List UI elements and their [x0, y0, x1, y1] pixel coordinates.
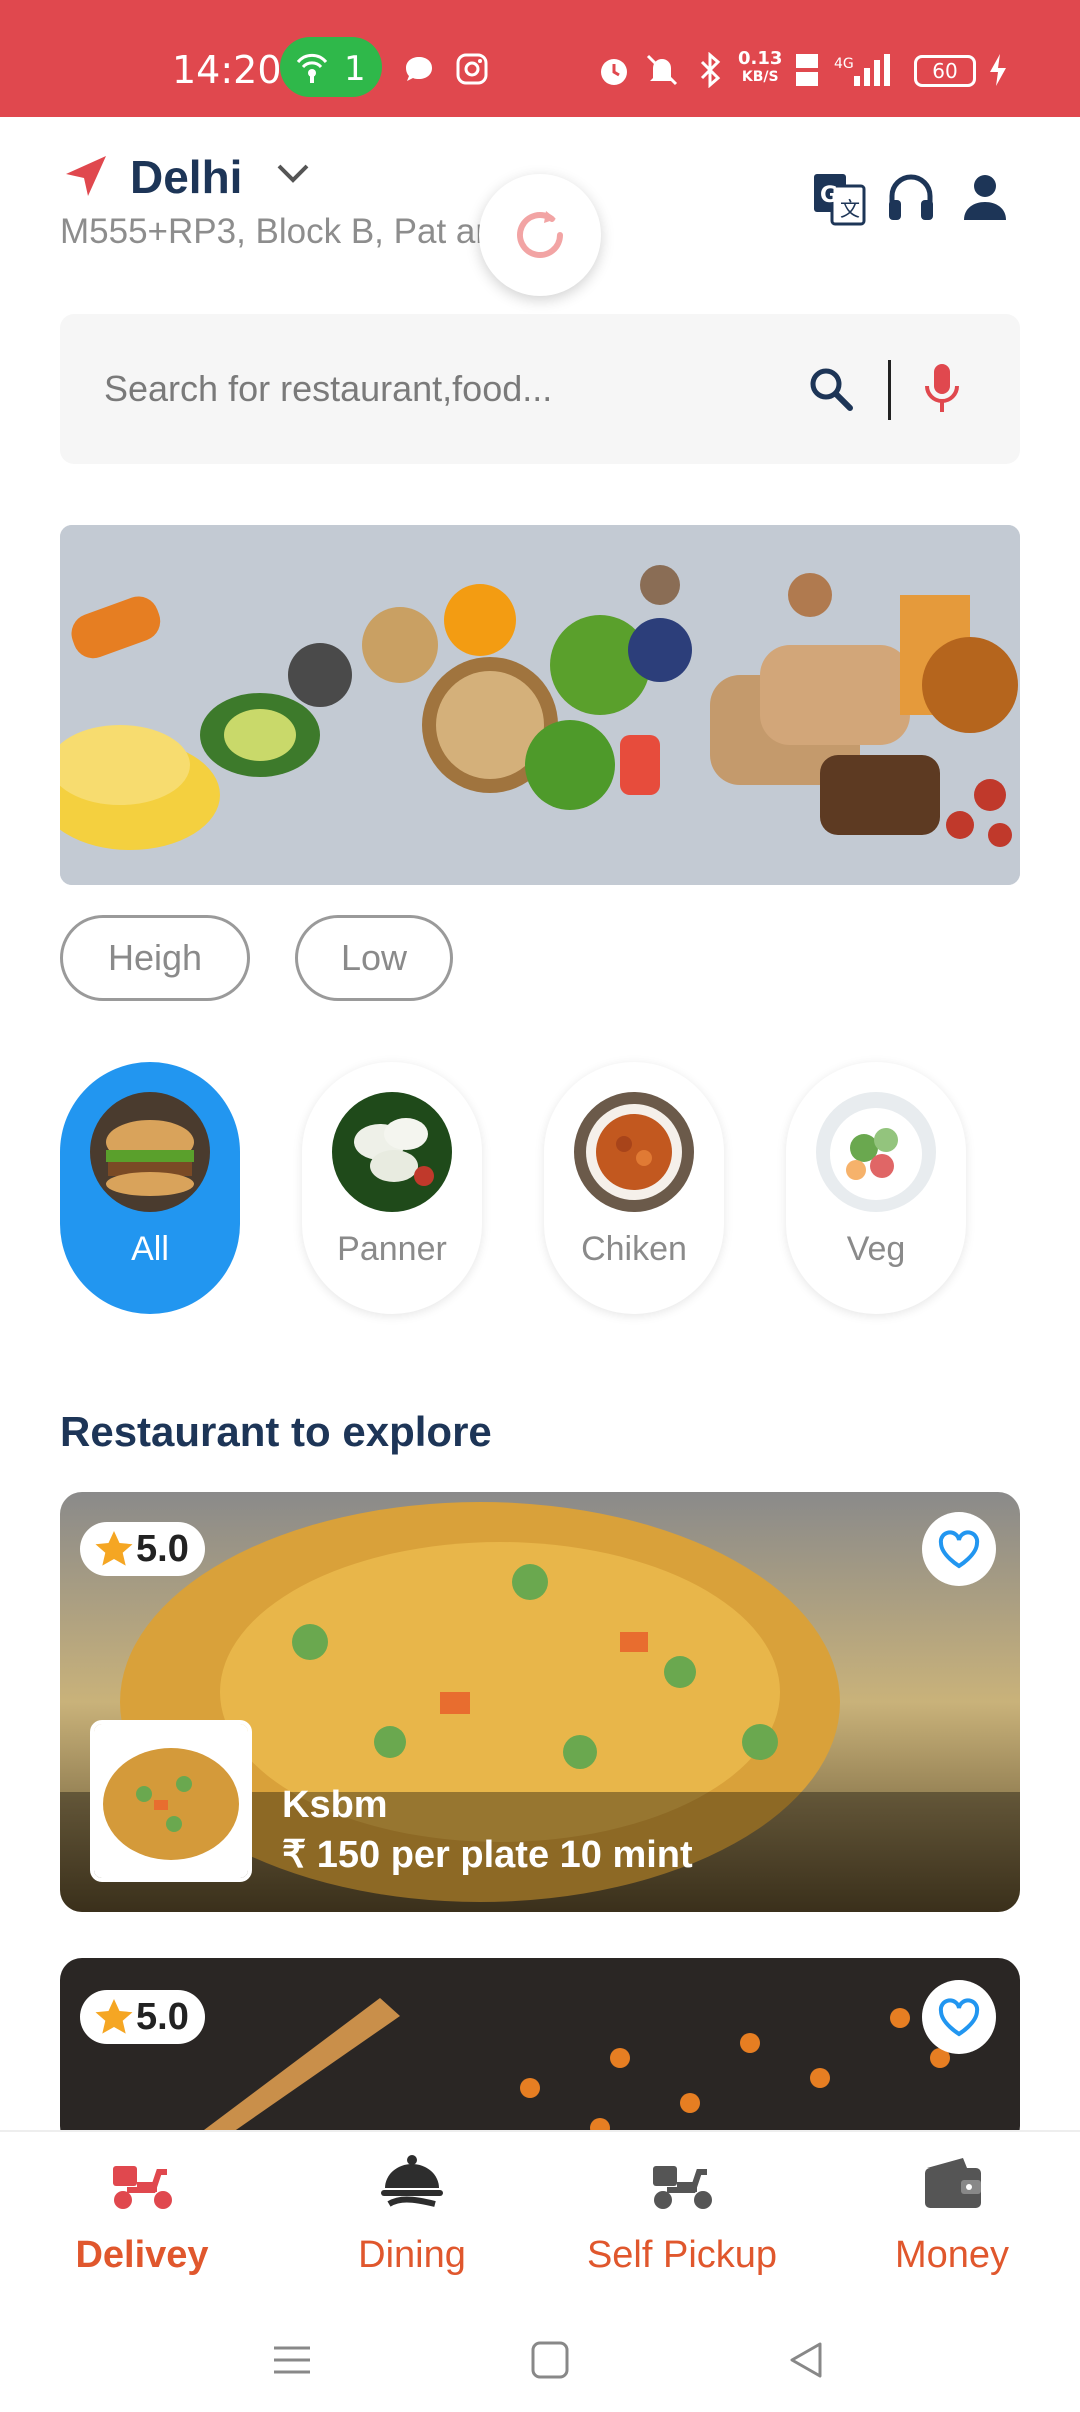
- svg-text:文: 文: [840, 197, 860, 221]
- star-icon: [95, 1999, 133, 2034]
- hotspot-count: 1: [344, 49, 366, 89]
- instagram-icon: [456, 53, 488, 85]
- sort-chip-low[interactable]: Low: [295, 915, 453, 1001]
- nav-label: Delivey: [75, 2234, 209, 2276]
- search-input[interactable]: [104, 362, 804, 416]
- headset-icon[interactable]: [886, 172, 936, 226]
- nav-self-pickup[interactable]: Self Pickup: [547, 2132, 817, 2302]
- promo-banner[interactable]: [60, 525, 1020, 885]
- section-title: Restaurant to explore: [60, 1408, 492, 1455]
- status-time: 14:20: [172, 48, 282, 92]
- bluetooth-icon: [700, 52, 721, 88]
- refresh-indicator: [479, 174, 601, 296]
- favorite-button[interactable]: [922, 1980, 996, 2054]
- restaurant-cover-image: [60, 1958, 1020, 2148]
- healthy-food-image: [60, 525, 1020, 885]
- category-veg[interactable]: Veg: [786, 1062, 966, 1314]
- restaurant-card[interactable]: 5.0: [60, 1958, 1020, 2148]
- rating-badge: 5.0: [80, 1990, 205, 2044]
- category-veg-image: [816, 1092, 936, 1212]
- svg-text:4G: 4G: [834, 56, 854, 72]
- rating-badge: 5.0: [80, 1522, 205, 1576]
- status-bar: 14:20 1 0.13 KB/S 4G 60: [0, 0, 1080, 117]
- category-all-image: [90, 1092, 210, 1212]
- chevron-down-icon[interactable]: [275, 162, 311, 186]
- category-label: All: [131, 1230, 169, 1268]
- charging-icon: [990, 54, 1006, 86]
- city-name[interactable]: Delhi: [130, 150, 242, 204]
- nav-delivery[interactable]: Delivey: [7, 2132, 277, 2302]
- category-label: Chiken: [581, 1230, 687, 1268]
- scooter-icon: [113, 2166, 172, 2209]
- nav-label: Money: [894, 2234, 1010, 2276]
- category-panner-image: [332, 1092, 452, 1212]
- restaurant-name: Ksbm: [282, 1784, 388, 1826]
- nav-money[interactable]: Money: [817, 2132, 1080, 2302]
- rating-value: 5.0: [136, 1528, 189, 1570]
- location-arrow-icon[interactable]: [62, 152, 110, 200]
- restaurant-thumbnail: [90, 1720, 252, 1882]
- heart-icon: [938, 1530, 980, 1569]
- hotspot-badge: 1: [280, 37, 382, 97]
- signal-4g-icon: 4G: [834, 54, 890, 86]
- translate-icon[interactable]: G 文: [812, 172, 866, 226]
- profile-icon[interactable]: [962, 172, 1008, 222]
- svg-text:G: G: [820, 183, 838, 208]
- menu-icon[interactable]: [272, 2340, 312, 2385]
- category-chiken[interactable]: Chiken: [544, 1062, 724, 1314]
- star-icon: [95, 1531, 133, 1566]
- category-panner[interactable]: Panner: [302, 1062, 482, 1314]
- cloche-icon: [381, 2155, 443, 2207]
- hotspot-icon: [296, 53, 328, 83]
- category-label: Veg: [846, 1230, 906, 1268]
- alarm-icon: [601, 59, 627, 85]
- mic-icon[interactable]: [922, 362, 962, 418]
- nav-label: Self Pickup: [586, 2234, 778, 2276]
- refresh-icon: [517, 211, 563, 258]
- category-all[interactable]: All: [60, 1062, 240, 1314]
- battery-icon: 60: [914, 55, 976, 87]
- home-icon[interactable]: [530, 2340, 570, 2385]
- rating-value: 5.0: [136, 1996, 189, 2038]
- back-icon[interactable]: [786, 2340, 826, 2385]
- sort-chip-high[interactable]: Heigh: [60, 915, 250, 1001]
- category-label: Panner: [337, 1230, 447, 1268]
- network-speed: 0.13 KB/S: [738, 48, 783, 86]
- wallet-icon: [925, 2158, 981, 2208]
- pickup-scooter-icon: [653, 2166, 712, 2209]
- favorite-button[interactable]: [922, 1512, 996, 1586]
- system-navigation-bar: [0, 2300, 1080, 2412]
- category-chiken-image: [574, 1092, 694, 1212]
- search-bar: [60, 314, 1020, 464]
- heart-icon: [938, 1998, 980, 2037]
- search-divider: [888, 360, 891, 420]
- nav-label: Dining: [358, 2234, 466, 2276]
- nav-dining[interactable]: Dining: [277, 2132, 547, 2302]
- chat-icon: [406, 57, 432, 81]
- mute-icon: [646, 54, 678, 86]
- bottom-navigation: Delivey Dining Self Pickup Money: [0, 2130, 1080, 2300]
- volte-icon: [796, 54, 818, 86]
- search-icon[interactable]: [808, 366, 854, 412]
- restaurant-price-time: ₹ 150 per plate 10 mint: [282, 1834, 693, 1876]
- restaurant-card[interactable]: 5.0 Ksbm ₹ 150 per plate 10 mint: [60, 1492, 1020, 1912]
